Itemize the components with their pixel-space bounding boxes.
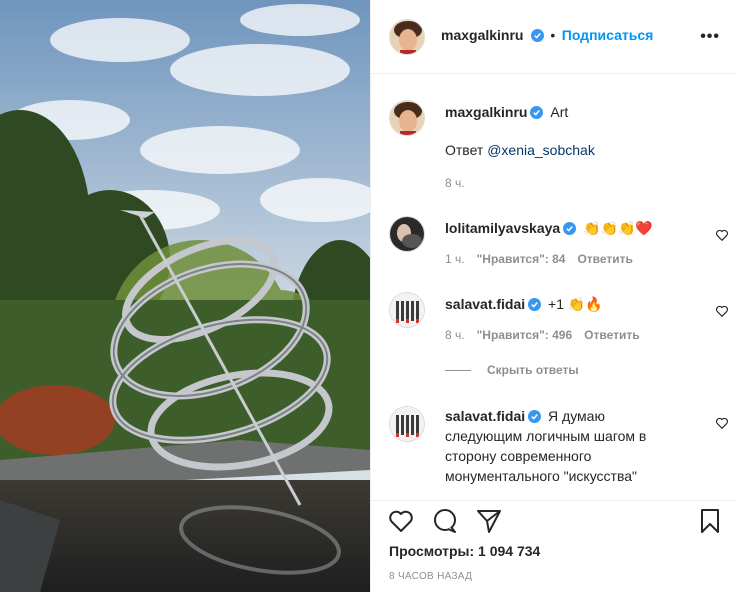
comment-time[interactable]: 8 ч. <box>445 328 465 342</box>
comment-author[interactable]: salavat.fidai <box>445 296 525 312</box>
post-actions: Просмотры: 1 094 734 8 ЧАСОВ НАЗАД <box>371 500 737 592</box>
reply-line-2: следующим логичным шагом в <box>445 428 647 444</box>
caption-author[interactable]: maxgalkinru <box>445 104 527 120</box>
bookmark-icon[interactable] <box>696 507 724 535</box>
verified-badge-icon <box>528 298 542 311</box>
reply-text: salavat.fidai Я думаю следующим логичным… <box>445 406 705 486</box>
replies-divider <box>445 370 471 372</box>
share-icon[interactable] <box>475 507 503 535</box>
views-count[interactable]: Просмотры: 1 094 734 <box>389 543 540 559</box>
heart-icon[interactable] <box>715 228 729 242</box>
caption-avatar[interactable] <box>389 100 425 136</box>
caption-reply-line: Ответ @xenia_sobchak <box>445 140 705 160</box>
verified-badge-icon <box>530 29 544 42</box>
comment-meta: 8 ч. "Нравится": 496 Ответить <box>445 328 652 342</box>
comment-body: +1 👏🔥 <box>548 296 603 312</box>
caption-meta: 8 ч. <box>445 176 477 190</box>
author-avatar[interactable] <box>389 19 425 55</box>
comment-text: lolitamilyavskaya 👏👏👏❤️ <box>445 218 705 238</box>
author-username[interactable]: maxgalkinru <box>441 27 523 43</box>
comment-item: lolitamilyavskaya 👏👏👏❤️ 1 ч. "Нравится": … <box>389 214 728 274</box>
reply-prefix: Ответ <box>445 142 484 158</box>
post-view: maxgalkinru • Подписаться ••• maxgalkinr… <box>0 0 737 592</box>
post-side-panel: maxgalkinru • Подписаться ••• maxgalkinr… <box>370 0 737 592</box>
header-separator: • <box>550 27 556 43</box>
comment-icon[interactable] <box>431 507 459 535</box>
reply-item: salavat.fidai Я думаю следующим логичным… <box>389 404 728 500</box>
comment-item: salavat.fidai +1 👏🔥 8 ч. "Нравится": 496 О… <box>389 290 728 350</box>
comment-avatar[interactable] <box>389 406 425 442</box>
heart-icon[interactable] <box>715 304 729 318</box>
verified-badge-icon <box>563 222 577 235</box>
post-header: maxgalkinru • Подписаться ••• <box>371 0 737 74</box>
comment-body: 👏👏👏❤️ <box>583 220 653 236</box>
reply-line-1: Я думаю <box>548 408 605 424</box>
hide-replies-label: Скрыть ответы <box>487 363 579 377</box>
comment-author[interactable]: lolitamilyavskaya <box>445 220 560 236</box>
caption-time[interactable]: 8 ч. <box>445 176 465 190</box>
post-photo[interactable] <box>0 0 370 592</box>
post-timestamp[interactable]: 8 ЧАСОВ НАЗАД <box>389 571 472 582</box>
follow-button[interactable]: Подписаться <box>562 27 654 43</box>
comment-avatar[interactable] <box>389 292 425 328</box>
caption: maxgalkinru Art Ответ @xenia_sobchak 8 ч… <box>389 98 719 198</box>
reply-button[interactable]: Ответить <box>577 252 632 266</box>
sculpture-image <box>0 0 370 592</box>
heart-icon[interactable] <box>715 416 729 430</box>
comment-likes[interactable]: "Нравится": 496 <box>477 328 573 342</box>
comment-time[interactable]: 1 ч. <box>445 252 465 266</box>
comment-meta: 1 ч. "Нравится": 84 Ответить <box>445 252 645 266</box>
verified-badge-icon <box>530 106 544 119</box>
verified-badge-icon <box>528 410 542 423</box>
caption-text: maxgalkinru Art <box>445 102 705 122</box>
comments-list: maxgalkinru Art Ответ @xenia_sobchak 8 ч… <box>371 74 737 500</box>
comment-likes[interactable]: "Нравится": 84 <box>477 252 566 266</box>
mention-link[interactable]: @xenia_sobchak <box>487 142 595 158</box>
heart-icon[interactable] <box>387 507 415 535</box>
caption-body: Art <box>550 104 569 120</box>
comment-avatar[interactable] <box>389 216 425 252</box>
reply-author[interactable]: salavat.fidai <box>445 408 525 424</box>
reply-button[interactable]: Ответить <box>584 328 639 342</box>
reply-line-3: сторону современного <box>445 448 592 464</box>
hide-replies-toggle[interactable]: Скрыть ответы <box>445 363 579 377</box>
comment-text: salavat.fidai +1 👏🔥 <box>445 294 705 314</box>
reply-line-4: монументального "искусства" <box>445 468 637 484</box>
more-icon[interactable]: ••• <box>700 28 720 46</box>
